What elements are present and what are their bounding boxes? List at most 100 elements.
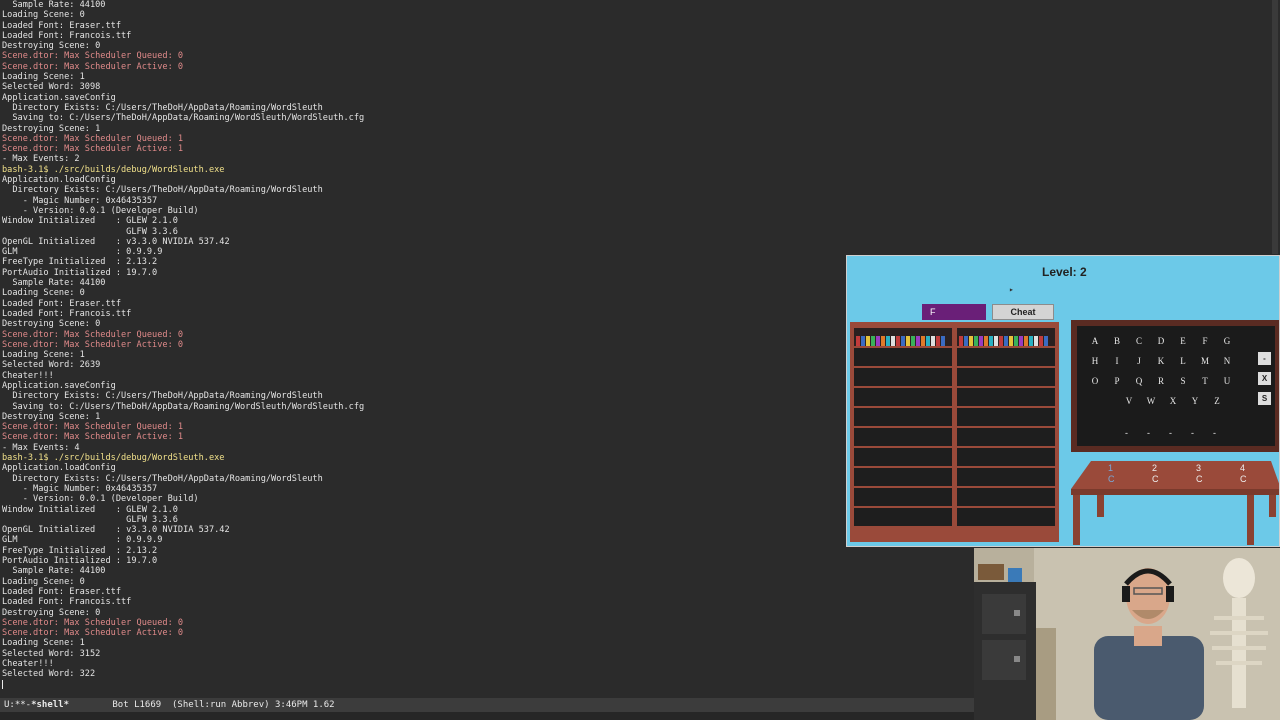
terminal-line: Loaded Font: Francois.ttf	[2, 30, 132, 41]
level-label: Level: 2	[1042, 265, 1087, 279]
terminal-cursor-line[interactable]	[2, 679, 976, 690]
terminal-line: Scene.dtor: Max Scheduler Active: 1	[2, 432, 184, 443]
terminal-line: Loading Scene: 1	[2, 350, 85, 361]
book-shelf-empty	[854, 428, 952, 446]
letter-key[interactable]: U	[1221, 376, 1233, 386]
terminal-line: - Max Events: 4	[2, 442, 80, 453]
letter-board-surface: ABCDEFGHIJKLMNOPQRSTUVWXYZ-XS-----	[1077, 326, 1275, 446]
letter-key[interactable]: B	[1111, 336, 1123, 346]
cheat-button[interactable]: Cheat	[992, 304, 1054, 320]
letter-key[interactable]: J	[1133, 356, 1145, 366]
book-shelf-empty	[957, 368, 1055, 386]
book-shelf-empty	[854, 468, 952, 486]
letter-key[interactable]: I	[1111, 356, 1123, 366]
book-shelf-empty	[957, 388, 1055, 406]
letter-key[interactable]: H	[1089, 356, 1101, 366]
terminal-line: Loading Scene: 0	[2, 576, 85, 587]
terminal-line: - Magic Number: 0x46435357	[2, 483, 158, 494]
letter-key[interactable]: D	[1155, 336, 1167, 346]
book	[916, 336, 920, 346]
terminal-line: GLFW 3.3.6	[2, 514, 178, 525]
letter-key[interactable]: X	[1167, 396, 1179, 406]
book-shelf-empty	[854, 448, 952, 466]
webcam-feed	[974, 548, 1280, 720]
terminal-line: bash-3.1$ ./src/builds/debug/WordSleuth.…	[2, 164, 225, 175]
terminal-line: Loading Scene: 1	[2, 638, 85, 649]
terminal-line: PortAudio Initialized : 19.7.0	[2, 556, 158, 567]
terminal-line: Directory Exists: C:/Users/TheDoH/AppDat…	[2, 391, 323, 402]
book	[1039, 336, 1043, 346]
book-shelf-empty	[854, 348, 952, 366]
terminal-line: bash-3.1$ ./src/builds/debug/WordSleuth.…	[2, 453, 225, 464]
letter-key[interactable]: Y	[1189, 396, 1201, 406]
letter-key[interactable]: W	[1145, 396, 1157, 406]
terminal-line: Loaded Font: Eraser.ttf	[2, 20, 121, 31]
letter-key[interactable]: L	[1177, 356, 1189, 366]
book	[989, 336, 993, 346]
letter-key[interactable]: N	[1221, 356, 1233, 366]
letter-key[interactable]: T	[1199, 376, 1211, 386]
minibuffer[interactable]	[0, 712, 976, 720]
book	[876, 336, 880, 346]
board-side-button[interactable]: S	[1258, 392, 1271, 405]
book-shelf-filled	[957, 328, 1055, 346]
terminal-line: FreeType Initialized : 2.13.2	[2, 257, 158, 268]
letter-key[interactable]: A	[1089, 336, 1101, 346]
major-mode[interactable]: (Shell:run Abbrev)	[172, 700, 270, 710]
book	[1019, 336, 1023, 346]
letter-key[interactable]: P	[1111, 376, 1123, 386]
desk-slot-label: C	[1152, 474, 1159, 484]
word-blank: -	[1125, 428, 1128, 438]
terminal-line: Selected Word: 3098	[2, 82, 101, 93]
terminal-line: Sample Rate: 44100	[2, 566, 106, 577]
board-side-button[interactable]: X	[1258, 372, 1271, 385]
buffer-status: U:**-	[4, 700, 32, 710]
book-shelf-empty	[957, 488, 1055, 506]
letter-key[interactable]: S	[1177, 376, 1189, 386]
book	[959, 336, 963, 346]
terminal-line: PortAudio Initialized : 19.7.0	[2, 267, 158, 278]
desk: 1C2C3C4C	[1071, 461, 1279, 546]
terminal-line: Window Initialized : GLEW 2.1.0	[2, 216, 178, 227]
book	[856, 336, 860, 346]
desk-slot-number[interactable]: 2	[1152, 463, 1157, 473]
letter-key[interactable]: V	[1123, 396, 1135, 406]
desk-slot-number[interactable]: 1	[1108, 463, 1113, 473]
book-shelf-empty	[854, 368, 952, 386]
mouse-pointer-icon: ▸	[1009, 285, 1014, 294]
shell-output[interactable]: Sample Rate: 44100 Loading Scene: 0 Loaded…	[0, 0, 976, 698]
terminal-line: Selected Word: 2639	[2, 360, 101, 371]
book	[964, 336, 968, 346]
letter-key[interactable]: O	[1089, 376, 1101, 386]
letter-key[interactable]: M	[1199, 356, 1211, 366]
letter-key[interactable]: R	[1155, 376, 1167, 386]
book	[984, 336, 988, 346]
letter-key[interactable]: Z	[1211, 396, 1223, 406]
board-side-button[interactable]: -	[1258, 352, 1271, 365]
book	[931, 336, 935, 346]
buffer-name[interactable]: *shell*	[31, 700, 69, 710]
terminal-line: Application.loadConfig	[2, 175, 116, 186]
letter-key[interactable]: F	[1199, 336, 1211, 346]
book	[896, 336, 900, 346]
terminal-line: Destroying Scene: 1	[2, 411, 101, 422]
letter-key[interactable]: Q	[1133, 376, 1145, 386]
book	[881, 336, 885, 346]
terminal-line: - Magic Number: 0x46435357	[2, 195, 158, 206]
book	[999, 336, 1003, 346]
book-shelf-empty	[854, 488, 952, 506]
scrollbar[interactable]	[1272, 0, 1278, 254]
book-shelf-filled	[854, 328, 952, 346]
letter-key[interactable]: G	[1221, 336, 1233, 346]
desk-slot-number[interactable]: 3	[1196, 463, 1201, 473]
letter-key[interactable]: E	[1177, 336, 1189, 346]
letter-key[interactable]: C	[1133, 336, 1145, 346]
terminal-line: OpenGL Initialized : v3.3.0 NVIDIA 537.4…	[2, 236, 230, 247]
book	[1009, 336, 1013, 346]
letter-key[interactable]: K	[1155, 356, 1167, 366]
desk-slot-number[interactable]: 4	[1240, 463, 1245, 473]
game-window[interactable]: Level: 2 ▸ F Cheat ABCDEFGHIJKLMNOPQRSTU…	[846, 255, 1280, 547]
guess-input[interactable]: F	[922, 304, 986, 320]
terminal-line: Loaded Font: Eraser.ttf	[2, 586, 121, 597]
book	[1044, 336, 1048, 346]
